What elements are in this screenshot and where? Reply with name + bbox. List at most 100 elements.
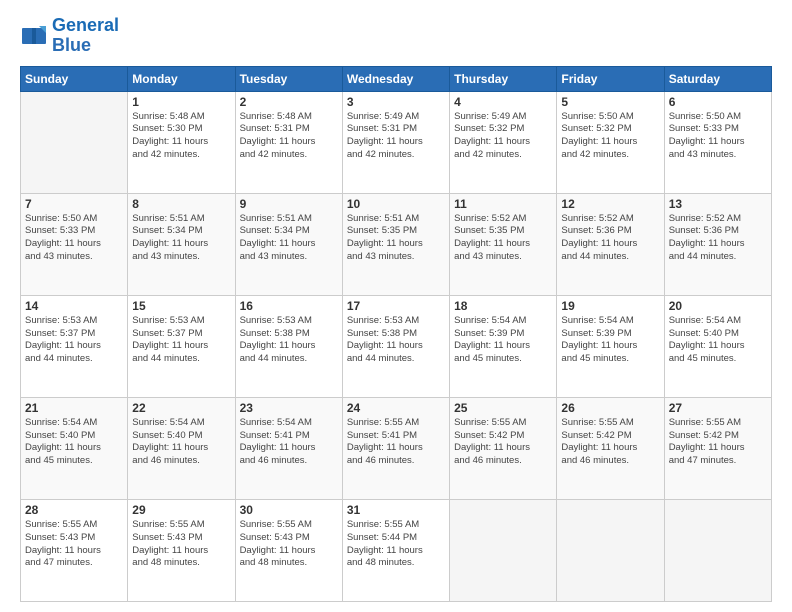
day-number: 15 [132,299,230,313]
calendar-cell: 11Sunrise: 5:52 AM Sunset: 5:35 PM Dayli… [450,193,557,295]
calendar-cell: 18 Sunrise: 5:54 AM Sunset: 5:39 PM Dayli… [450,295,557,397]
day-number: 13 [669,197,767,211]
day-number: 29 [132,503,230,517]
calendar-table: SundayMondayTuesdayWednesdayThursdayFrid… [20,66,772,602]
calendar-cell: 2 Sunrise: 5:48 AM Sunset: 5:31 PM Daylig… [235,91,342,193]
logo-text: General Blue [52,16,119,56]
day-number: 1 [132,95,230,109]
calendar-cell: 4 Sunrise: 5:49 AM Sunset: 5:32 PM Daylig… [450,91,557,193]
day-number: 6 [669,95,767,109]
day-info: Sunrise: 5:54 AM Sunset: 5:41 PM Dayligh… [240,417,338,468]
page: General Blue SundayMondayTuesdayWednesda… [0,0,792,612]
day-info: Sunrise: 5:50 AM Sunset: 5:33 PM Dayligh… [669,111,767,162]
calendar-cell: 17 Sunrise: 5:53 AM Sunset: 5:38 PM Dayli… [342,295,449,397]
day-info: Sunrise: 5:50 AM Sunset: 5:33 PM Dayligh… [25,213,123,264]
day-number: 9 [240,197,338,211]
day-info: Sunrise: 5:53 AM Sunset: 5:37 PM Dayligh… [132,315,230,366]
day-info: Sunrise: 5:49 AM Sunset: 5:31 PM Dayligh… [347,111,445,162]
day-number: 11 [454,197,552,211]
day-info: Sunrise: 5:55 AM Sunset: 5:43 PM Dayligh… [240,519,338,570]
header: General Blue [20,16,772,56]
calendar-cell: 29Sunrise: 5:55 AM Sunset: 5:43 PM Dayli… [128,499,235,601]
day-number: 8 [132,197,230,211]
weekday-header-tuesday: Tuesday [235,66,342,91]
day-info: Sunrise: 5:51 AM Sunset: 5:35 PM Dayligh… [347,213,445,264]
day-number: 30 [240,503,338,517]
day-info: Sunrise: 5:50 AM Sunset: 5:32 PM Dayligh… [561,111,659,162]
calendar-cell [557,499,664,601]
day-number: 3 [347,95,445,109]
day-number: 25 [454,401,552,415]
day-info: Sunrise: 5:54 AM Sunset: 5:40 PM Dayligh… [669,315,767,366]
logo-icon [20,22,48,50]
day-number: 19 [561,299,659,313]
weekday-header-saturday: Saturday [664,66,771,91]
calendar-cell: 13 Sunrise: 5:52 AM Sunset: 5:36 PM Dayli… [664,193,771,295]
day-number: 5 [561,95,659,109]
calendar-cell: 23 Sunrise: 5:54 AM Sunset: 5:41 PM Dayli… [235,397,342,499]
day-info: Sunrise: 5:53 AM Sunset: 5:38 PM Dayligh… [347,315,445,366]
day-number: 12 [561,197,659,211]
week-row-1: 1 Sunrise: 5:48 AM Sunset: 5:30 PM Daylig… [21,91,772,193]
day-info: Sunrise: 5:53 AM Sunset: 5:38 PM Dayligh… [240,315,338,366]
day-info: Sunrise: 5:54 AM Sunset: 5:39 PM Dayligh… [454,315,552,366]
calendar-cell: 20 Sunrise: 5:54 AM Sunset: 5:40 PM Dayli… [664,295,771,397]
logo: General Blue [20,16,119,56]
day-info: Sunrise: 5:52 AM Sunset: 5:36 PM Dayligh… [669,213,767,264]
day-info: Sunrise: 5:48 AM Sunset: 5:30 PM Dayligh… [132,111,230,162]
day-info: Sunrise: 5:51 AM Sunset: 5:34 PM Dayligh… [240,213,338,264]
calendar-cell: 27Sunrise: 5:55 AM Sunset: 5:42 PM Dayli… [664,397,771,499]
week-row-5: 28 Sunrise: 5:55 AM Sunset: 5:43 PM Dayli… [21,499,772,601]
calendar-cell: 30 Sunrise: 5:55 AM Sunset: 5:43 PM Dayli… [235,499,342,601]
week-row-4: 21Sunrise: 5:54 AM Sunset: 5:40 PM Dayli… [21,397,772,499]
day-number: 22 [132,401,230,415]
day-number: 20 [669,299,767,313]
day-info: Sunrise: 5:55 AM Sunset: 5:42 PM Dayligh… [669,417,767,468]
calendar-cell: 24 Sunrise: 5:55 AM Sunset: 5:41 PM Dayli… [342,397,449,499]
calendar-cell: 31Sunrise: 5:55 AM Sunset: 5:44 PM Dayli… [342,499,449,601]
day-number: 18 [454,299,552,313]
week-row-2: 7Sunrise: 5:50 AM Sunset: 5:33 PM Daylig… [21,193,772,295]
weekday-header-monday: Monday [128,66,235,91]
calendar-cell: 16 Sunrise: 5:53 AM Sunset: 5:38 PM Dayli… [235,295,342,397]
weekday-header-friday: Friday [557,66,664,91]
calendar-cell [664,499,771,601]
calendar-cell: 12 Sunrise: 5:52 AM Sunset: 5:36 PM Dayli… [557,193,664,295]
day-number: 24 [347,401,445,415]
calendar-cell: 10 Sunrise: 5:51 AM Sunset: 5:35 PM Dayli… [342,193,449,295]
day-number: 2 [240,95,338,109]
calendar-cell: 26Sunrise: 5:55 AM Sunset: 5:42 PM Dayli… [557,397,664,499]
day-info: Sunrise: 5:52 AM Sunset: 5:36 PM Dayligh… [561,213,659,264]
day-info: Sunrise: 5:55 AM Sunset: 5:42 PM Dayligh… [454,417,552,468]
calendar-cell: 19 Sunrise: 5:54 AM Sunset: 5:39 PM Dayli… [557,295,664,397]
day-number: 23 [240,401,338,415]
day-info: Sunrise: 5:55 AM Sunset: 5:41 PM Dayligh… [347,417,445,468]
calendar-cell: 3 Sunrise: 5:49 AM Sunset: 5:31 PM Daylig… [342,91,449,193]
day-number: 10 [347,197,445,211]
day-number: 17 [347,299,445,313]
calendar-cell: 21Sunrise: 5:54 AM Sunset: 5:40 PM Dayli… [21,397,128,499]
calendar-cell: 28 Sunrise: 5:55 AM Sunset: 5:43 PM Dayli… [21,499,128,601]
day-info: Sunrise: 5:51 AM Sunset: 5:34 PM Dayligh… [132,213,230,264]
calendar-cell: 9 Sunrise: 5:51 AM Sunset: 5:34 PM Daylig… [235,193,342,295]
calendar-cell [450,499,557,601]
day-info: Sunrise: 5:54 AM Sunset: 5:40 PM Dayligh… [132,417,230,468]
day-number: 4 [454,95,552,109]
day-info: Sunrise: 5:55 AM Sunset: 5:43 PM Dayligh… [25,519,123,570]
week-row-3: 14 Sunrise: 5:53 AM Sunset: 5:37 PM Dayli… [21,295,772,397]
day-number: 28 [25,503,123,517]
calendar-cell: 22 Sunrise: 5:54 AM Sunset: 5:40 PM Dayli… [128,397,235,499]
calendar-cell [21,91,128,193]
day-info: Sunrise: 5:53 AM Sunset: 5:37 PM Dayligh… [25,315,123,366]
day-info: Sunrise: 5:49 AM Sunset: 5:32 PM Dayligh… [454,111,552,162]
day-info: Sunrise: 5:48 AM Sunset: 5:31 PM Dayligh… [240,111,338,162]
day-number: 16 [240,299,338,313]
calendar-cell: 8 Sunrise: 5:51 AM Sunset: 5:34 PM Daylig… [128,193,235,295]
weekday-header-wednesday: Wednesday [342,66,449,91]
day-info: Sunrise: 5:54 AM Sunset: 5:39 PM Dayligh… [561,315,659,366]
calendar-cell: 15 Sunrise: 5:53 AM Sunset: 5:37 PM Dayli… [128,295,235,397]
calendar-cell: 14 Sunrise: 5:53 AM Sunset: 5:37 PM Dayli… [21,295,128,397]
calendar-cell: 5 Sunrise: 5:50 AM Sunset: 5:32 PM Daylig… [557,91,664,193]
calendar-cell: 1 Sunrise: 5:48 AM Sunset: 5:30 PM Daylig… [128,91,235,193]
day-number: 14 [25,299,123,313]
